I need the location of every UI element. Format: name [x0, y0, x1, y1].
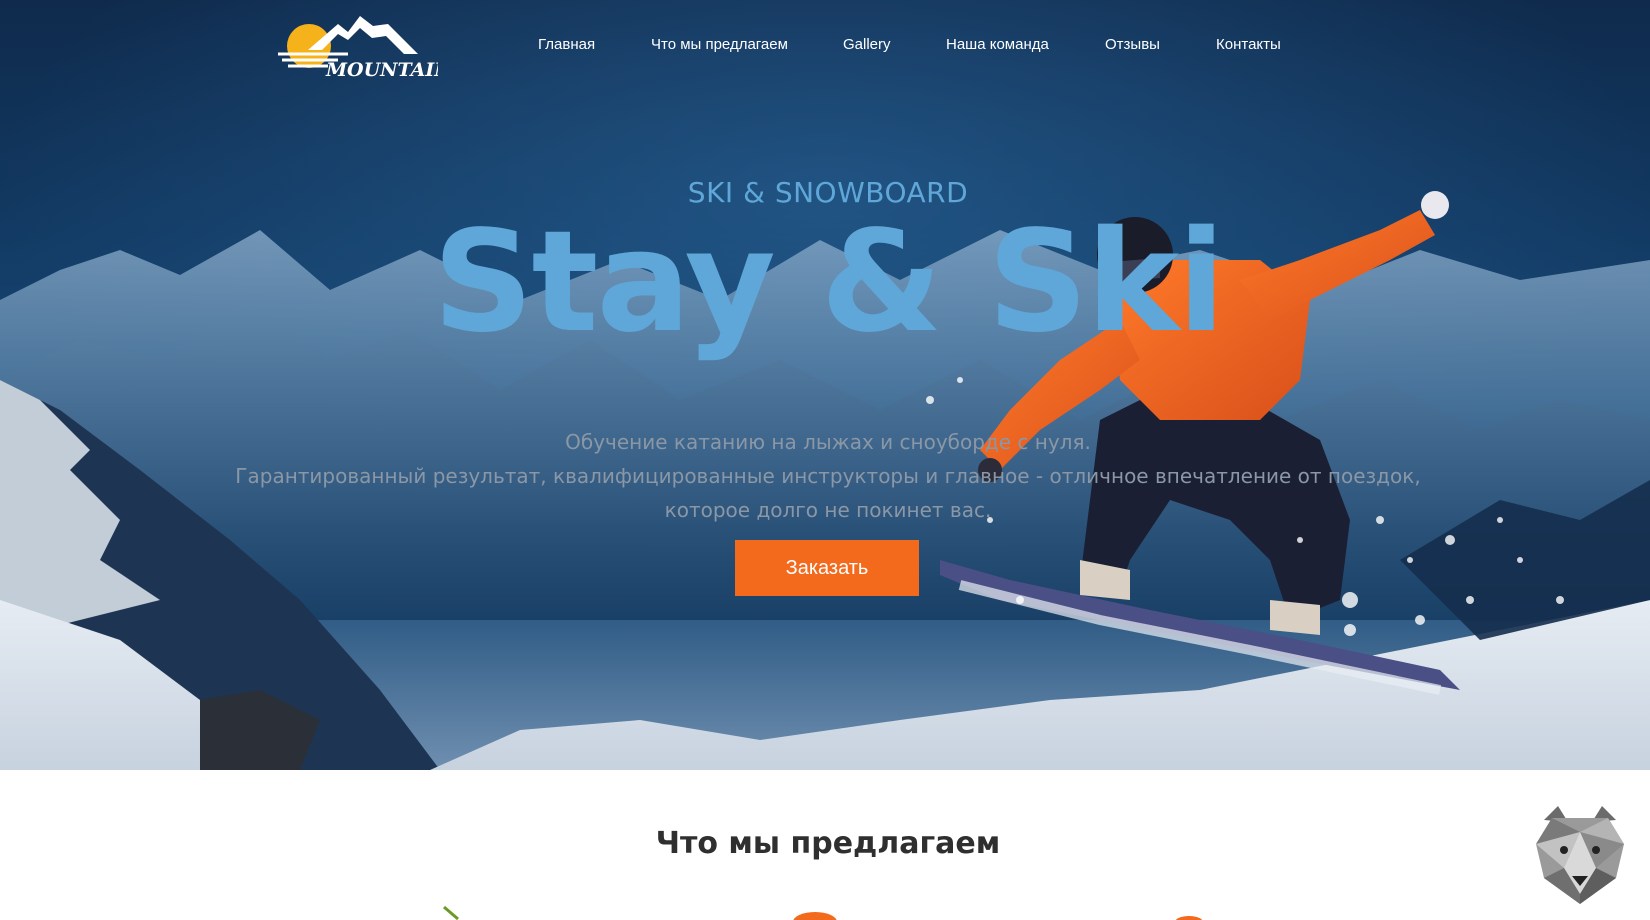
bear-avatar-icon[interactable]: [1524, 798, 1636, 910]
nav-item-home[interactable]: Главная: [538, 36, 595, 53]
offers-section-title: Что мы предлагаем: [655, 826, 1001, 861]
hero-subtitle-line: которое долго не покинет вас.: [664, 498, 992, 522]
nav-item-gallery[interactable]: Gallery: [843, 36, 891, 53]
order-button[interactable]: Заказать: [735, 540, 919, 596]
nav-item-reviews[interactable]: Отзывы: [1105, 36, 1160, 53]
offer-icon-ski: [443, 905, 459, 920]
hero-subtitle-line: Гарантированный результат, квалифицирова…: [235, 464, 1421, 488]
offer-icon-snowboard: [793, 912, 837, 920]
offer-icon-instructor: [1175, 916, 1203, 920]
hero-subtitle-line: Обучение катанию на лыжах и сноуборде с …: [565, 430, 1091, 454]
logo-text: MOUNTAIN: [325, 59, 438, 81]
hero-background-image: [0, 0, 1650, 770]
hero-headline: Stay & Ski: [432, 201, 1226, 364]
nav-item-team[interactable]: Наша команда: [946, 36, 1049, 53]
main-navigation: Главная Что мы предлагаем Gallery Наша к…: [0, 36, 1650, 56]
hero-section: MOUNTAIN Главная Что мы предлагаем Galle…: [0, 0, 1650, 770]
nav-item-contacts[interactable]: Контакты: [1216, 36, 1281, 53]
nav-item-offers[interactable]: Что мы предлагаем: [651, 36, 788, 53]
